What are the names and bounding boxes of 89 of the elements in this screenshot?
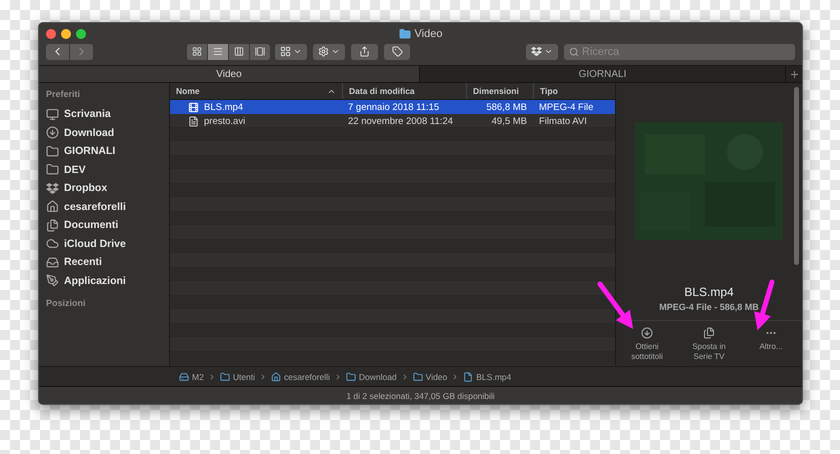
date-cell-text: 7 gennaio 2018 11:15 xyxy=(347,102,440,112)
column-header[interactable]: Data di modifica xyxy=(342,83,466,99)
grid-icon xyxy=(192,46,202,57)
close-button[interactable] xyxy=(46,28,56,38)
sidebar-section-title: Posizioni xyxy=(46,298,87,308)
columns-icon xyxy=(234,46,244,57)
settings-button[interactable] xyxy=(313,44,345,60)
sidebar-item[interactable]: Recenti xyxy=(64,256,102,268)
quick-action-button[interactable]: Sposta in Serie TV xyxy=(685,327,733,362)
file-row[interactable]: presto.avi 22 novembre 2008 11:24 49,5 MB Filmato AVI xyxy=(170,114,615,128)
status-text: 1 di 2 selezionati, 347,05 GB disponibili xyxy=(39,386,802,404)
plus-icon xyxy=(788,68,800,80)
path-item[interactable]: Download xyxy=(358,372,397,382)
quick-action-button[interactable]: Altro... xyxy=(747,327,795,362)
path-item[interactable]: Video xyxy=(426,372,448,382)
file-name: presto.avi xyxy=(204,116,246,126)
sidebar-item[interactable]: Applicazioni xyxy=(64,274,126,287)
preview-file-name: BLS.mp4 xyxy=(684,285,734,299)
sidebar-item[interactable]: Dropbox xyxy=(64,182,108,194)
sidebar-item[interactable]: Documenti xyxy=(64,219,118,232)
caret-icon xyxy=(331,47,340,56)
quick-action-button[interactable]: Ottieni sottotitoli xyxy=(623,327,671,362)
file-icon xyxy=(463,372,474,382)
file-row[interactable]: BLS.mp4 7 gennaio 2018 11:15 586,8 MB MPEG-4 File xyxy=(170,100,615,114)
type-cell-text: Filmato AVI xyxy=(538,116,588,126)
documents-icon xyxy=(703,327,715,339)
folder-icon xyxy=(346,372,356,382)
path-item[interactable]: M2 xyxy=(192,372,204,382)
cloud-icon xyxy=(46,237,59,250)
sidebar-item[interactable]: Download xyxy=(64,126,114,139)
sidebar-section-title: Preferiti xyxy=(46,89,82,99)
forward-button[interactable] xyxy=(70,44,93,60)
tab[interactable]: Video xyxy=(39,66,420,82)
folder-icon xyxy=(46,163,59,176)
minimize-button[interactable] xyxy=(61,28,71,38)
column-header[interactable]: Dimensioni xyxy=(466,83,533,99)
share-button[interactable] xyxy=(351,44,378,60)
home-icon xyxy=(46,200,59,214)
dropbox-icon xyxy=(46,182,59,195)
gear-icon xyxy=(318,46,329,57)
download-icon xyxy=(46,126,59,140)
gallery-icon xyxy=(255,46,265,57)
film-icon xyxy=(188,102,199,112)
folder-icon xyxy=(46,144,59,158)
date-cell-text: 22 novembre 2008 11:24 xyxy=(347,116,454,126)
group-button[interactable] xyxy=(275,44,307,60)
list-icon xyxy=(213,46,223,57)
columns-view-button[interactable] xyxy=(229,44,249,60)
recents-icon xyxy=(46,256,59,269)
preview-file-info: MPEG-4 File - 586,8 MB xyxy=(659,302,759,312)
dropbox-button[interactable] xyxy=(526,44,558,60)
document-icon xyxy=(188,116,199,126)
sidebar-item[interactable]: DEV xyxy=(64,164,86,176)
gallery-view-button[interactable] xyxy=(250,44,270,60)
file-name: BLS.mp4 xyxy=(204,102,244,112)
scrollbar[interactable] xyxy=(794,87,799,265)
download-icon xyxy=(641,327,653,339)
tag-icon xyxy=(392,46,402,57)
documents-icon xyxy=(46,218,59,232)
folder-icon xyxy=(220,372,230,382)
sidebar-item[interactable]: GIORNALI xyxy=(64,145,116,158)
zoom-button[interactable] xyxy=(76,28,86,38)
desktop-icon xyxy=(46,108,59,121)
type-cell-text: MPEG-4 File xyxy=(538,102,594,112)
icons-view-button[interactable] xyxy=(187,44,207,60)
size-cell-text: 49,5 MB xyxy=(490,116,528,126)
grid-icon xyxy=(280,46,291,57)
dropbox-icon xyxy=(531,46,542,57)
sidebar-item[interactable]: iCloud Drive xyxy=(64,238,126,250)
sidebar-item[interactable]: cesareforelli xyxy=(64,200,126,213)
back-button[interactable] xyxy=(46,44,69,60)
caret-icon xyxy=(293,47,302,56)
search-icon xyxy=(569,46,579,56)
share-icon xyxy=(359,46,370,57)
folder-icon xyxy=(412,372,423,382)
tag-button[interactable] xyxy=(384,44,410,60)
folder-icon xyxy=(398,28,411,40)
caret-icon xyxy=(544,47,553,56)
path-item[interactable]: BLS.mp4 xyxy=(476,372,512,382)
arrow xyxy=(598,282,634,330)
path-item[interactable]: Utenti xyxy=(232,372,256,382)
home-icon xyxy=(271,372,282,382)
path-item[interactable]: cesareforelli xyxy=(284,372,330,382)
list-view-button[interactable] xyxy=(208,44,228,60)
apps-icon xyxy=(46,274,59,288)
window-title: Video xyxy=(414,28,442,40)
size-cell-text: 586,8 MB xyxy=(485,102,528,112)
column-header[interactable]: Nome xyxy=(170,83,342,99)
sidebar-item[interactable]: Scrivania xyxy=(64,108,111,120)
